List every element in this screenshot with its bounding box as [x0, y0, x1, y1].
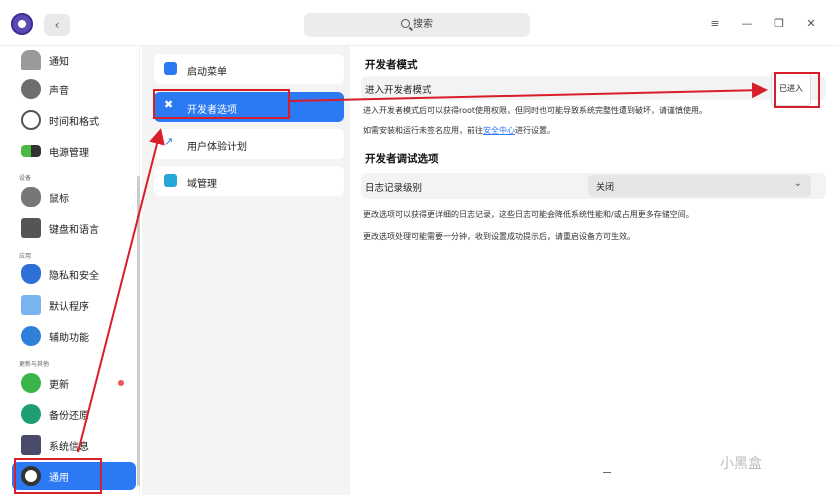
arrow-to-developer: [77, 128, 165, 453]
annotation-arrows: [77, 82, 768, 453]
arrow-to-entered: [289, 82, 768, 102]
